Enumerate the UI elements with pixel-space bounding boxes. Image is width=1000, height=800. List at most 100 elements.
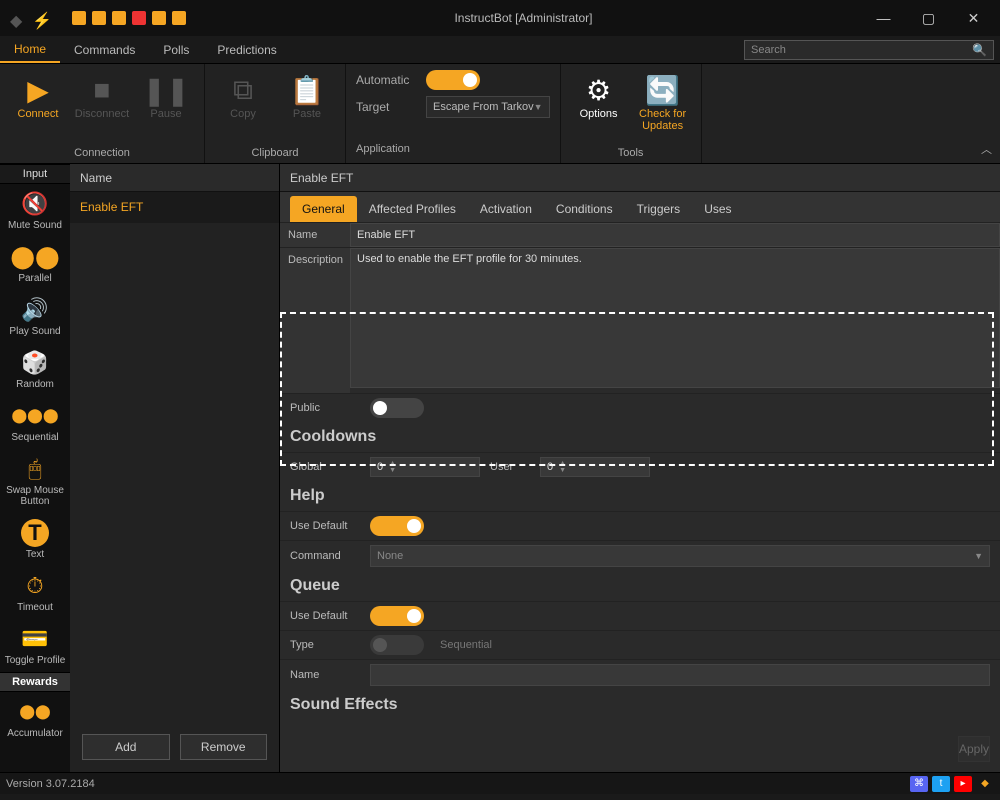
discord-icon[interactable]: ⌘ [910, 776, 928, 792]
sidebar-section-rewards[interactable]: Rewards [0, 672, 70, 692]
remove-button[interactable]: Remove [180, 734, 268, 760]
gear-icon: ⚙ [586, 72, 611, 108]
sidebar-section-input: Input [0, 164, 70, 184]
apply-button: Apply [958, 736, 990, 762]
type-hint: Sequential [440, 639, 492, 651]
sidebar-item-random[interactable]: 🎲Random [0, 343, 70, 396]
queue-name-input[interactable] [370, 664, 990, 686]
dice-icon: 🎲 [21, 349, 49, 377]
subtab-affected-profiles[interactable]: Affected Profiles [357, 196, 468, 222]
queue-name-label: Name [290, 669, 360, 681]
menu-tab-predictions[interactable]: Predictions [203, 36, 290, 63]
sidebar-item-text[interactable]: TText [0, 513, 70, 566]
help-title: Help [280, 481, 1000, 511]
app-icon: ◆ [10, 11, 24, 25]
title-bar: ◆ ⚡ InstructBot [Administrator] — ▢ ✕ [0, 0, 1000, 36]
user-label: User [490, 461, 530, 473]
spinner-icon[interactable]: ▲▼ [389, 460, 396, 474]
check-updates-button[interactable]: 🔄 Check for Updates [633, 68, 693, 132]
detail-title: Enable EFT [280, 164, 1000, 192]
card-icon: 💳 [21, 625, 49, 653]
mute-icon: 🔇 [21, 190, 49, 218]
sidebar-item-accumulator[interactable]: ⬤⬤Accumulator [0, 692, 70, 745]
name-label: Name [280, 223, 350, 247]
subtab-conditions[interactable]: Conditions [544, 196, 625, 222]
play-icon: ▶ [27, 72, 49, 108]
badge-icon [132, 11, 146, 25]
detail-subtabs: General Affected Profiles Activation Con… [280, 192, 1000, 222]
add-button[interactable]: Add [82, 734, 170, 760]
public-toggle[interactable] [370, 398, 424, 418]
item-list-panel: Name Enable EFT Add Remove [70, 164, 280, 772]
global-input[interactable]: 0▲▼ [370, 457, 480, 477]
spinner-icon[interactable]: ▲▼ [559, 460, 566, 474]
type-label: Type [290, 639, 360, 651]
command-label: Command [290, 550, 360, 562]
subtab-uses[interactable]: Uses [692, 196, 743, 222]
app-icon[interactable]: ◆ [976, 776, 994, 792]
version-label: Version 3.07.2184 [6, 778, 95, 790]
queue-title: Queue [280, 571, 1000, 601]
ribbon-collapse-icon[interactable]: ︿ [981, 141, 992, 157]
menu-tab-home[interactable]: Home [0, 36, 60, 63]
target-combo[interactable]: Escape From Tarkov ▼ [426, 96, 550, 118]
help-use-default-toggle[interactable] [370, 516, 424, 536]
chevron-down-icon: ▼ [974, 551, 983, 561]
sidebar-item-play-sound[interactable]: 🔊Play Sound [0, 290, 70, 343]
ribbon-group-clipboard: ⧉ Copy 📋 Paste Clipboard [205, 64, 346, 163]
window-title: InstructBot [Administrator] [186, 11, 861, 25]
stop-icon: ■ [94, 72, 111, 108]
subtab-activation[interactable]: Activation [468, 196, 544, 222]
youtube-icon[interactable]: ▸ [954, 776, 972, 792]
pause-button: ❚❚ Pause [136, 68, 196, 120]
sidebar-item-parallel[interactable]: ⬤⬤Parallel [0, 237, 70, 290]
user-input[interactable]: 0▲▼ [540, 457, 650, 477]
menu-bar: Home Commands Polls Predictions Search 🔍 [0, 36, 1000, 64]
plug-icon: ⚡ [32, 11, 46, 25]
badge-icons [72, 11, 186, 25]
sidebar: Input 🔇Mute Sound ⬤⬤Parallel 🔊Play Sound… [0, 164, 70, 772]
subtab-triggers[interactable]: Triggers [625, 196, 693, 222]
menu-tab-commands[interactable]: Commands [60, 36, 149, 63]
sidebar-item-swap-mouse[interactable]: 🖱Swap Mouse Button [0, 449, 70, 513]
ribbon-group-tools: ⚙ Options 🔄 Check for Updates Tools [561, 64, 702, 163]
badge-icon [152, 11, 166, 25]
minimize-button[interactable]: — [861, 0, 906, 36]
sidebar-item-sequential[interactable]: ⬤⬤⬤Sequential [0, 396, 70, 449]
list-header: Name [70, 164, 279, 192]
mouse-icon: 🖱 [21, 455, 49, 483]
chevron-down-icon: ▼ [534, 102, 543, 112]
list-item[interactable]: Enable EFT [70, 192, 279, 223]
command-combo[interactable]: None▼ [370, 545, 990, 567]
pause-icon: ❚❚ [143, 72, 190, 108]
sequential-icon: ⬤⬤⬤ [21, 402, 49, 430]
global-label: Global [290, 461, 360, 473]
queue-type-toggle [370, 635, 424, 655]
paste-button: 📋 Paste [277, 68, 337, 120]
search-input[interactable]: Search 🔍 [744, 40, 994, 60]
app-icons: ◆ ⚡ [4, 11, 52, 25]
twitter-icon[interactable]: t [932, 776, 950, 792]
sidebar-item-mute-sound[interactable]: 🔇Mute Sound [0, 184, 70, 237]
accumulator-icon: ⬤⬤ [21, 698, 49, 726]
search-placeholder: Search [751, 44, 786, 56]
ribbon: ▶ Connect ■ Disconnect ❚❚ Pause Connecti… [0, 64, 1000, 164]
sidebar-item-timeout[interactable]: ⏱Timeout [0, 566, 70, 619]
copy-button: ⧉ Copy [213, 68, 273, 120]
parallel-icon: ⬤⬤ [21, 243, 49, 271]
connect-button[interactable]: ▶ Connect [8, 68, 68, 120]
refresh-icon: 🔄 [645, 72, 680, 108]
automatic-toggle[interactable] [426, 70, 480, 90]
badge-icon [172, 11, 186, 25]
subtab-general[interactable]: General [290, 196, 357, 222]
sidebar-item-toggle-profile[interactable]: 💳Toggle Profile [0, 619, 70, 672]
name-input[interactable] [350, 223, 1000, 247]
maximize-button[interactable]: ▢ [906, 0, 951, 36]
description-input[interactable] [350, 248, 1000, 388]
options-button[interactable]: ⚙ Options [569, 68, 629, 120]
disconnect-button: ■ Disconnect [72, 68, 132, 120]
close-button[interactable]: ✕ [951, 0, 996, 36]
menu-tab-polls[interactable]: Polls [149, 36, 203, 63]
queue-use-default-toggle[interactable] [370, 606, 424, 626]
search-icon: 🔍 [972, 43, 987, 57]
